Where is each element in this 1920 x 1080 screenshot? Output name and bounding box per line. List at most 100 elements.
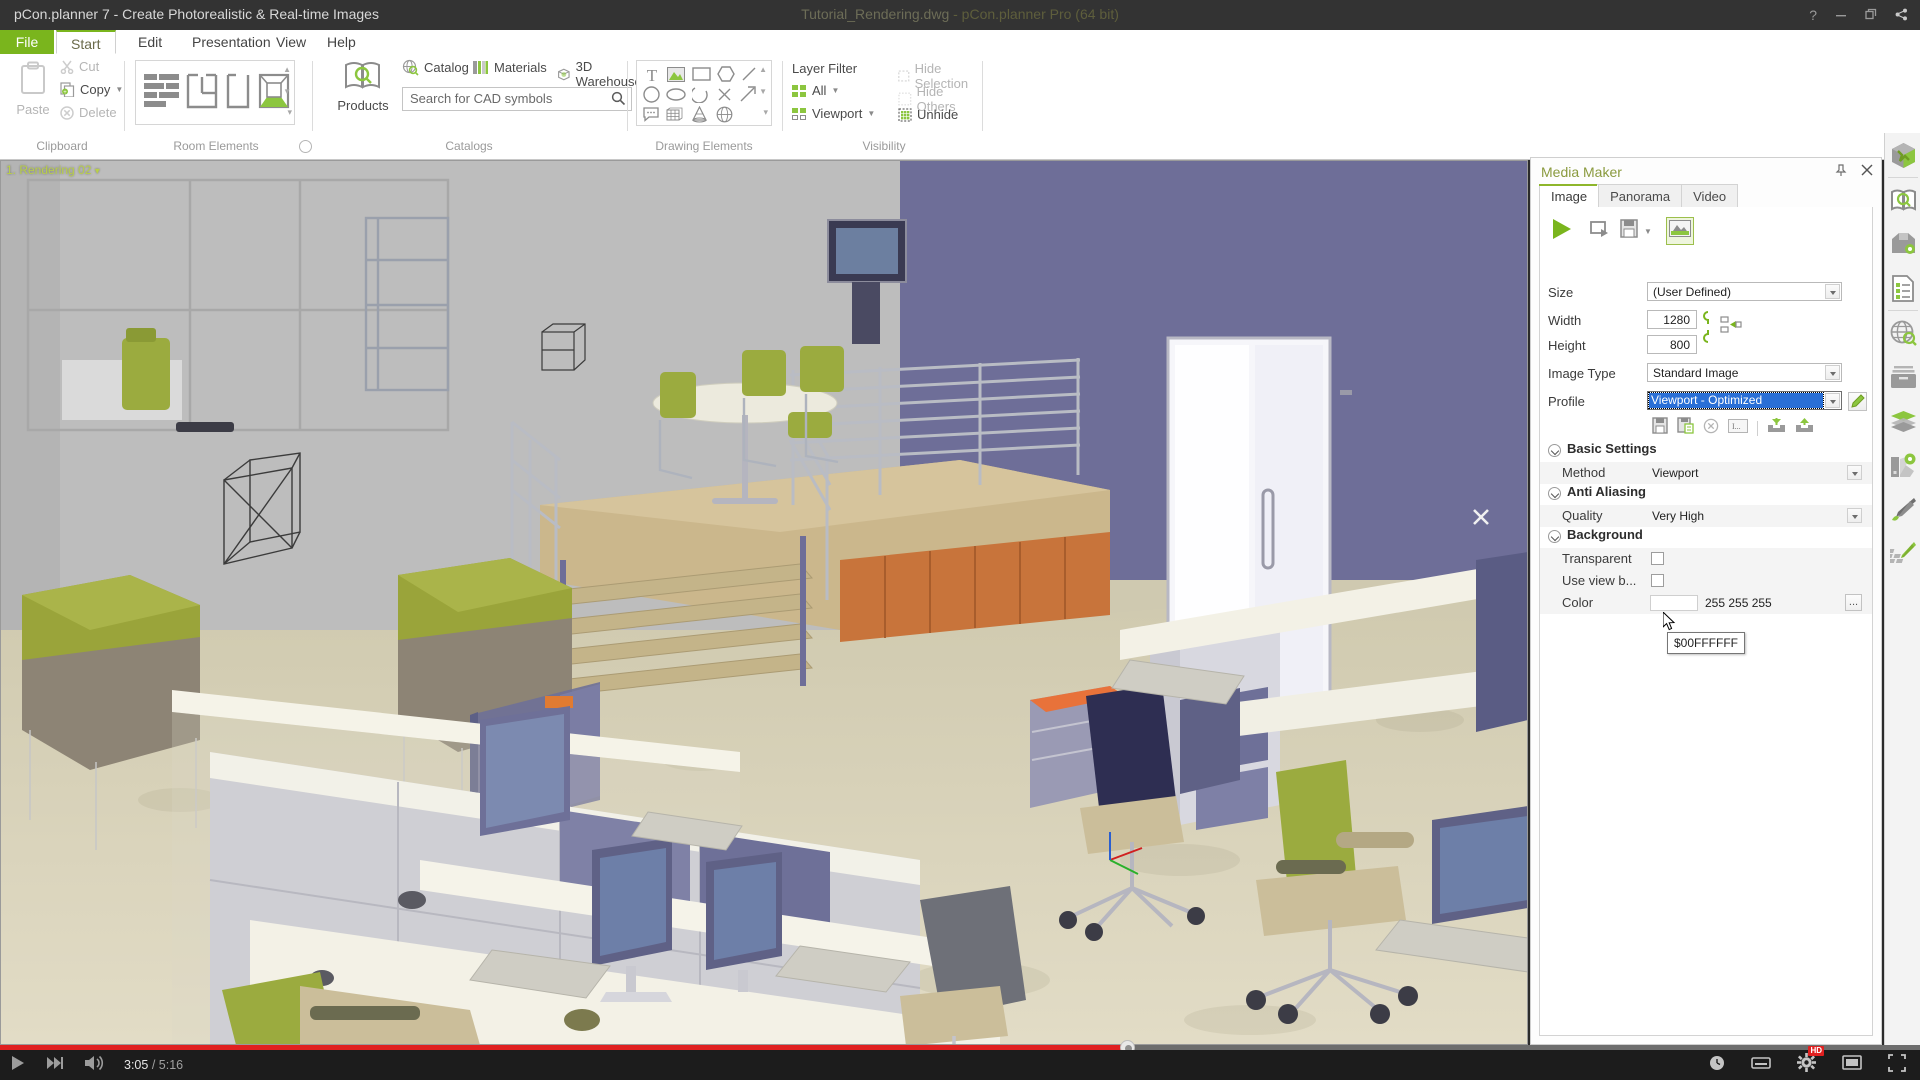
play-icon[interactable] — [1550, 218, 1574, 245]
profile-select[interactable]: Viewport - Optimized — [1647, 391, 1842, 410]
viewport-3d[interactable]: 1. Rendering 02 ▾ — [0, 160, 1528, 1045]
section-expand-icon[interactable] — [1548, 444, 1561, 457]
chevron-down-icon[interactable] — [1825, 284, 1840, 299]
close-icon[interactable] — [1861, 164, 1873, 180]
save-as-profile-icon[interactable] — [1677, 417, 1694, 439]
drawing-expand[interactable]: ▾ — [763, 107, 768, 118]
menu-item-file[interactable]: File — [0, 30, 54, 54]
section-expand-icon[interactable] — [1548, 530, 1561, 543]
export-profile-icon[interactable] — [1795, 417, 1814, 439]
drawing-scroll-down[interactable]: ▼ — [759, 87, 767, 96]
rectangle-tool[interactable] — [692, 67, 711, 86]
theater-mode-icon[interactable] — [1842, 1055, 1862, 1075]
catalog-button[interactable]: Catalog — [402, 59, 469, 76]
close-x-tool[interactable] — [718, 88, 731, 106]
rail-item-texture-edit[interactable] — [1885, 531, 1920, 575]
search-input[interactable]: Search for CAD symbols — [402, 87, 632, 111]
products-button[interactable]: Products — [332, 59, 394, 113]
next-track-icon[interactable] — [46, 1056, 64, 1075]
tab-panorama[interactable]: Panorama — [1598, 184, 1683, 208]
chevron-down-icon[interactable] — [1825, 365, 1840, 380]
clock-icon[interactable] — [1709, 1055, 1725, 1076]
materials-button[interactable]: Materials — [472, 59, 547, 76]
section-expand-icon[interactable] — [1548, 487, 1561, 500]
import-profile-icon[interactable] — [1767, 417, 1786, 439]
gear-icon[interactable]: HD — [1797, 1046, 1824, 1077]
line-tool[interactable] — [741, 66, 757, 87]
paste-button[interactable]: Paste — [10, 59, 56, 127]
play-icon[interactable] — [10, 1055, 26, 1076]
delete-profile-icon[interactable] — [1703, 418, 1719, 439]
rail-item-properties-list[interactable] — [1885, 266, 1920, 310]
layer-all-button[interactable]: All ▼ — [792, 83, 839, 98]
save-icon[interactable] — [1620, 219, 1638, 243]
copy-dropdown-icon[interactable]: ▼ — [115, 85, 123, 94]
use-view-background-checkbox[interactable] — [1651, 574, 1664, 587]
ellipse-tool[interactable] — [666, 88, 686, 106]
rail-item-catalog[interactable] — [1885, 178, 1920, 222]
render-to-window-icon[interactable] — [1590, 219, 1610, 244]
arc-tool[interactable] — [690, 86, 709, 108]
color-swatch[interactable] — [1650, 595, 1698, 611]
save-dropdown-icon[interactable]: ▼ — [1644, 227, 1652, 236]
room-elements-dialog-launcher[interactable] — [299, 140, 312, 153]
circle-tool[interactable] — [642, 86, 661, 108]
color-browse-button[interactable]: ... — [1845, 594, 1862, 611]
room-plan-button[interactable] — [186, 73, 218, 116]
polygon-tool[interactable] — [717, 66, 735, 87]
width-input[interactable]: 1280 — [1647, 310, 1697, 329]
menu-item-start[interactable]: Start — [56, 30, 116, 54]
restore-icon[interactable] — [1865, 8, 1877, 22]
viewport-dropdown-icon[interactable]: ▾ — [95, 166, 100, 177]
unhide-button[interactable]: Unhide — [898, 107, 958, 122]
viewport-dropdown-icon[interactable]: ▼ — [867, 109, 875, 118]
drawing-scroll-up[interactable]: ▲ — [759, 65, 767, 74]
room-elements-scroll-up[interactable]: ▲ — [283, 65, 291, 74]
cut-button[interactable]: Cut — [60, 59, 99, 74]
grid-tool[interactable] — [666, 107, 683, 128]
walls-button[interactable] — [144, 71, 180, 120]
viewport-close-icon[interactable] — [1470, 506, 1492, 533]
tab-image[interactable]: Image — [1539, 184, 1600, 208]
sphere-tool[interactable] — [716, 106, 733, 128]
single-wall-button[interactable] — [224, 73, 252, 116]
room-elements-expand[interactable]: ▾ — [287, 107, 292, 118]
layer-all-dropdown-icon[interactable]: ▼ — [831, 86, 839, 95]
image-tool[interactable] — [667, 67, 685, 87]
height-input[interactable]: 800 — [1647, 335, 1697, 354]
image-type-select[interactable]: Standard Image — [1647, 363, 1842, 382]
transparent-checkbox[interactable] — [1651, 552, 1664, 565]
copy-button[interactable]: + Copy ▼ — [60, 82, 123, 97]
menu-item-edit[interactable]: Edit — [124, 30, 176, 54]
menu-item-help[interactable]: Help — [313, 30, 370, 54]
search-icon[interactable] — [611, 91, 626, 111]
image-preview-icon[interactable] — [1665, 217, 1694, 245]
cone-tool[interactable] — [691, 105, 708, 128]
save-profile-icon[interactable] — [1652, 417, 1668, 439]
volume-icon[interactable] — [84, 1055, 104, 1076]
fullscreen-icon[interactable] — [1888, 1053, 1906, 1077]
tab-video[interactable]: Video — [1681, 184, 1739, 208]
delete-button[interactable]: Delete — [60, 105, 117, 120]
chevron-down-icon[interactable] — [1825, 393, 1840, 408]
rail-item-materials[interactable] — [1885, 443, 1920, 487]
rail-item-web-search[interactable] — [1885, 311, 1920, 355]
help-icon[interactable]: ? — [1809, 8, 1817, 22]
close-icon[interactable] — [1895, 8, 1908, 23]
comment-tool[interactable] — [642, 107, 660, 127]
rail-item-archive[interactable] — [1885, 355, 1920, 399]
size-select[interactable]: (User Defined) — [1647, 282, 1842, 301]
pin-icon[interactable] — [1835, 164, 1847, 180]
room-elements-scroll-down[interactable]: ▼ — [283, 87, 291, 96]
chevron-down-icon[interactable] — [1847, 508, 1862, 523]
subtitles-icon[interactable] — [1751, 1056, 1771, 1075]
minimize-icon[interactable] — [1835, 8, 1847, 22]
chevron-down-icon[interactable] — [1847, 465, 1862, 480]
viewport-button[interactable]: Viewport ▼ — [792, 106, 875, 121]
rename-profile-icon[interactable]: I... — [1728, 418, 1748, 438]
arrow-tool[interactable] — [739, 85, 757, 108]
pencil-icon[interactable] — [1848, 392, 1867, 411]
rail-item-object-tools[interactable] — [1885, 133, 1920, 177]
menu-item-view[interactable]: View — [262, 30, 320, 54]
rail-item-product-settings[interactable] — [1885, 222, 1920, 266]
